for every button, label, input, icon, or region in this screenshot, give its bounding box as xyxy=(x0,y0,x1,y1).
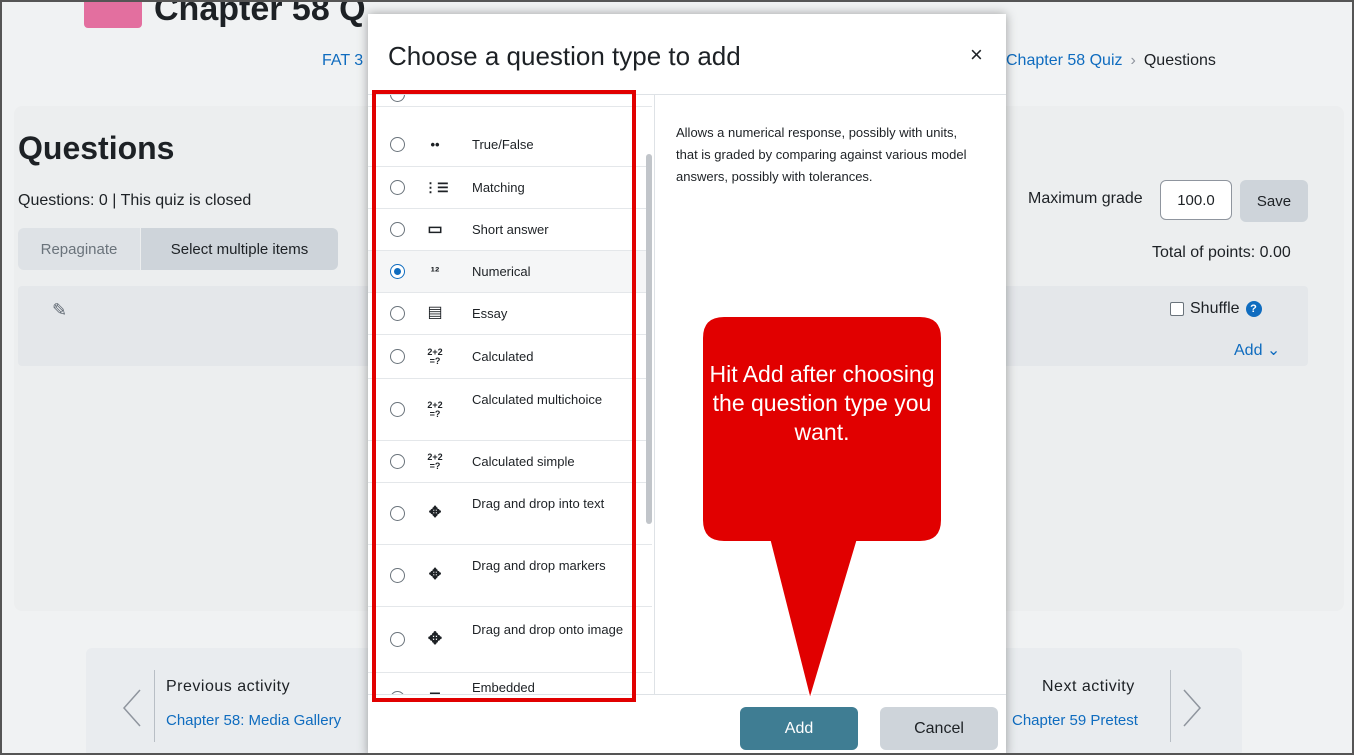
nav-divider xyxy=(154,670,155,742)
callout-text: Hit Add after choosing the question type… xyxy=(709,361,935,445)
list-item[interactable]: ✥ Drag and drop into text xyxy=(368,483,652,545)
question-type-label: Numerical xyxy=(472,264,531,279)
list-item[interactable]: 2+2=? Calculated simple xyxy=(368,441,652,483)
question-type-label: True/False xyxy=(472,137,534,152)
shuffle-checkbox[interactable] xyxy=(1170,302,1184,316)
question-type-label: Short answer xyxy=(472,222,549,237)
modal-title: Choose a question type to add xyxy=(388,41,741,71)
breadcrumb-quiz-link[interactable]: Chapter 58 Quiz xyxy=(1006,52,1123,69)
course-icon xyxy=(84,2,142,28)
radio-button[interactable] xyxy=(390,349,405,364)
list-item[interactable]: ✥ Drag and drop onto image xyxy=(368,607,652,673)
list-item[interactable]: ▤ Essay xyxy=(368,293,652,335)
list-divider xyxy=(654,95,655,695)
drag-drop-text-icon: ✥ xyxy=(428,504,442,521)
list-item[interactable]: ✥ Drag and drop markers xyxy=(368,545,652,607)
chevron-left-icon[interactable] xyxy=(118,680,154,736)
close-icon[interactable]: × xyxy=(970,44,983,66)
question-type-list: •• True/False ⋮☰ Matching ▭ Short answer… xyxy=(368,95,654,695)
question-type-label: Calculated multichoice xyxy=(472,392,603,407)
radio-button[interactable] xyxy=(390,402,405,417)
list-item[interactable]: ⋮☰ Matching xyxy=(368,167,652,209)
breadcrumb-course-link[interactable]: FAT 3 xyxy=(322,52,363,70)
breadcrumb-separator-icon: › xyxy=(1130,52,1136,69)
radio-button[interactable] xyxy=(390,180,405,195)
radio-button[interactable] xyxy=(390,306,405,321)
list-scrollbar[interactable] xyxy=(646,154,652,524)
shuffle-control[interactable]: Shuffle ? xyxy=(1170,300,1262,318)
list-item[interactable]: 2+2=? Calculated xyxy=(368,335,652,379)
repaginate-button[interactable]: Repaginate xyxy=(18,228,140,270)
matching-icon: ⋮☰ xyxy=(424,180,449,195)
previous-activity-link[interactable]: Chapter 58: Media Gallery xyxy=(166,712,341,729)
course-title: Chapter 58 Q xyxy=(154,0,366,28)
total-points: Total of points: 0.00 xyxy=(1152,244,1291,261)
list-item[interactable]: ☰ Embedded xyxy=(368,673,652,695)
list-item[interactable]: •• True/False xyxy=(368,123,652,167)
numerical-icon: ¹² xyxy=(430,264,440,279)
save-button[interactable]: Save xyxy=(1240,180,1308,222)
drag-drop-image-icon: ✥ xyxy=(427,629,443,648)
shuffle-label: Shuffle xyxy=(1190,300,1240,317)
radio-button-selected[interactable] xyxy=(390,264,405,279)
modal-footer-divider xyxy=(368,694,1006,695)
add-dropdown[interactable]: Add ⌄ xyxy=(1234,340,1280,360)
question-type-label: Calculated simple xyxy=(472,454,575,469)
quiz-status-info: Questions: 0 | This quiz is closed xyxy=(18,192,252,209)
previous-activity-label: Previous activity xyxy=(166,678,291,695)
chevron-right-icon[interactable] xyxy=(1172,680,1208,736)
question-type-label: Essay xyxy=(472,306,508,321)
drag-drop-markers-icon: ✥ xyxy=(428,566,442,583)
question-type-label: Drag and drop markers xyxy=(472,558,606,573)
calculated-icon: 2+2=? xyxy=(427,347,443,366)
question-type-label: Matching xyxy=(472,180,525,195)
select-multiple-button[interactable]: Select multiple items xyxy=(141,228,338,270)
short-answer-icon: ▭ xyxy=(427,221,443,238)
radio-button[interactable] xyxy=(390,632,405,647)
nav-divider xyxy=(1170,670,1171,742)
next-activity-label: Next activity xyxy=(1042,678,1135,695)
question-type-label: Drag and drop onto image xyxy=(472,622,624,637)
cancel-button[interactable]: Cancel xyxy=(880,707,998,750)
radio-button[interactable] xyxy=(390,506,405,521)
essay-icon: ▤ xyxy=(427,304,443,321)
radio-button[interactable] xyxy=(390,95,405,102)
list-item[interactable]: ▭ Short answer xyxy=(368,209,652,251)
screenshot-frame: Chapter 58 Q FAT 3 Chapter 58 Quiz › Quest… xyxy=(0,0,1354,755)
calculated-simple-icon: 2+2=? xyxy=(427,452,443,471)
help-icon[interactable]: ? xyxy=(1245,301,1262,317)
page-title: Questions xyxy=(18,130,175,166)
calculated-multichoice-icon: 2+2=? xyxy=(427,400,443,419)
question-type-label: Drag and drop into text xyxy=(472,496,605,511)
breadcrumb-current: Questions xyxy=(1143,52,1216,69)
next-activity-link[interactable]: Chapter 59 Pretest xyxy=(1012,712,1138,729)
true-false-icon: •• xyxy=(430,137,440,152)
question-type-label: Embedded xyxy=(472,680,535,695)
add-button[interactable]: Add xyxy=(740,707,858,750)
list-item[interactable] xyxy=(368,95,652,107)
breadcrumb: Chapter 58 Quiz › Questions xyxy=(1006,52,1216,70)
radio-button[interactable] xyxy=(390,137,405,152)
radio-button[interactable] xyxy=(390,454,405,469)
question-type-label: Calculated xyxy=(472,349,534,364)
question-type-description: Allows a numerical response, possibly wi… xyxy=(676,125,967,184)
pencil-icon[interactable]: ✎ xyxy=(52,300,67,321)
radio-button[interactable] xyxy=(390,222,405,237)
list-item[interactable]: ¹² Numerical xyxy=(368,251,652,293)
max-grade-input[interactable]: 100.0 xyxy=(1160,180,1232,220)
max-grade-label: Maximum grade xyxy=(1028,190,1143,207)
list-item[interactable]: 2+2=? Calculated multichoice xyxy=(368,379,652,441)
radio-button[interactable] xyxy=(390,568,405,583)
